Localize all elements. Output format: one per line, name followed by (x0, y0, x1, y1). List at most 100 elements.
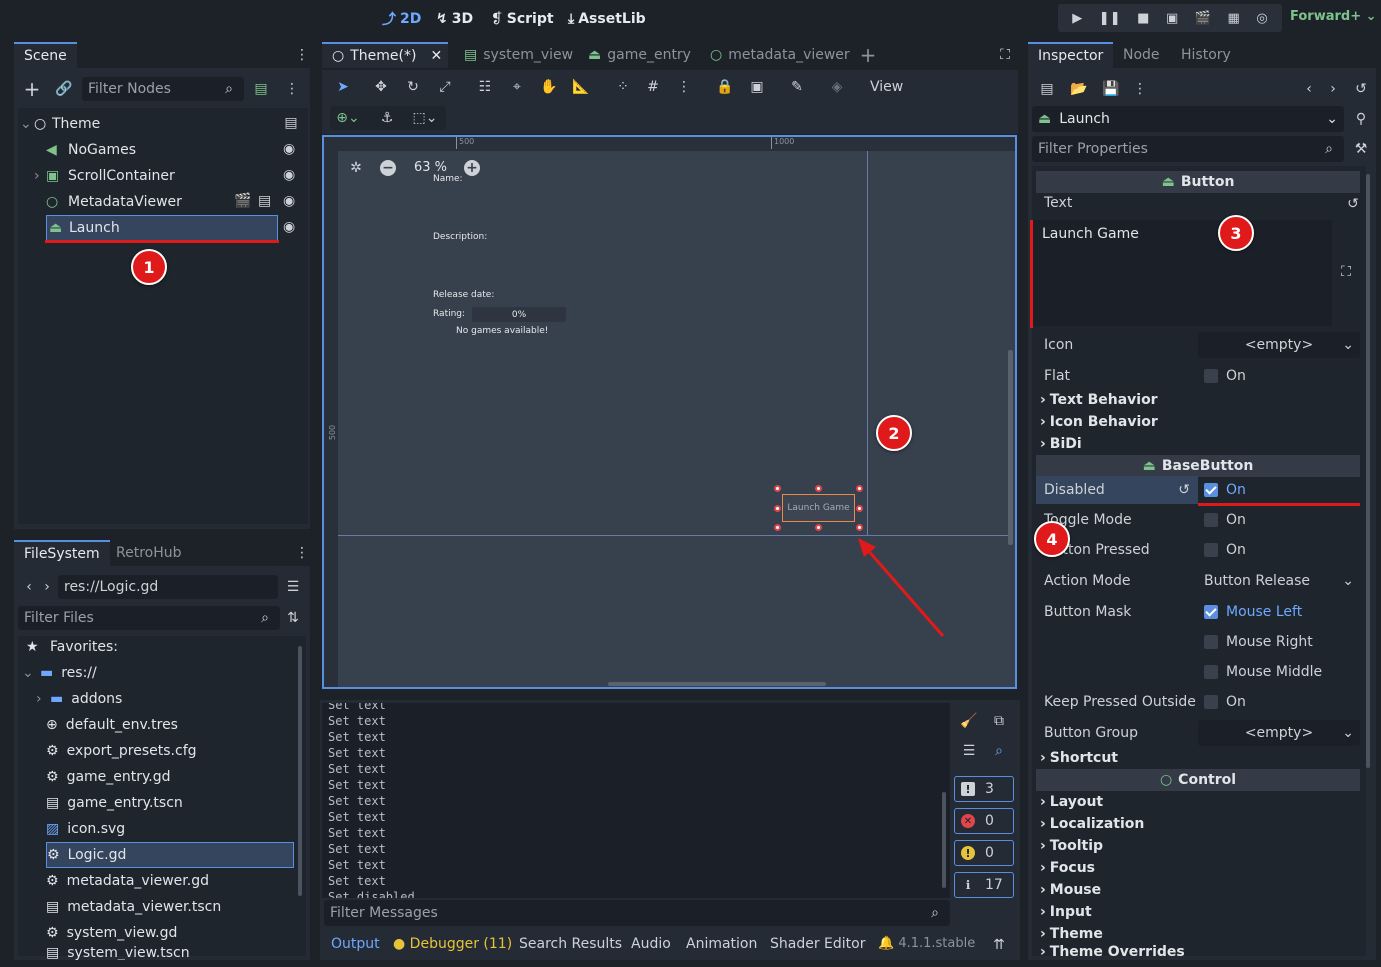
smart-snap-icon[interactable]: ⁘ (614, 78, 632, 96)
tree-node-launch[interactable]: ⏏ Launch (46, 215, 278, 241)
renderer-select[interactable]: Forward+ ⌄ (1290, 9, 1377, 24)
warning-count-toggle[interactable]: ! 0 (954, 840, 1014, 866)
property-tools-icon[interactable]: ⚒ (1352, 140, 1370, 158)
save-icon[interactable]: 💾 (1102, 80, 1120, 98)
play-scene-icon[interactable]: 🎬 (1195, 11, 1211, 26)
resize-handle[interactable] (774, 505, 781, 512)
tab-retrohub[interactable]: RetroHub (106, 540, 192, 566)
stop-icon[interactable]: ■ (1137, 11, 1149, 26)
keep-pressed-checkbox[interactable] (1204, 695, 1218, 709)
group-shortcut[interactable]: › Shortcut (1040, 747, 1118, 769)
visibility-eye-icon[interactable]: ◉ (283, 219, 295, 235)
ruler-tool-icon[interactable]: 📐 (572, 78, 590, 96)
revert-icon[interactable]: ↺ (1346, 196, 1360, 212)
folder-addons[interactable]: › ▬ addons (36, 686, 122, 712)
mode-3d-button[interactable]: ↯ 3D (436, 8, 473, 30)
filter-properties-input[interactable]: Filter Properties (1032, 136, 1344, 162)
group-theme[interactable]: › Theme (1040, 923, 1103, 945)
remote-debug-icon[interactable]: ▣ (1166, 11, 1178, 26)
tab-node[interactable]: Node (1113, 42, 1170, 68)
tab-scene-label[interactable]: Scene (14, 42, 77, 68)
tab-metadata-viewer[interactable]: ○ metadata_viewer (700, 42, 860, 68)
group-theme-overrides[interactable]: › Theme Overrides (1040, 945, 1185, 959)
back-icon[interactable]: ‹ (22, 578, 36, 596)
mode-script-button[interactable]: ❡ Script (491, 8, 554, 30)
flat-checkbox[interactable] (1204, 369, 1218, 383)
file-item[interactable]: ⚙ export_presets.cfg (46, 738, 197, 764)
resize-handle[interactable] (774, 524, 781, 531)
tab-search-results[interactable]: Search Results (519, 936, 622, 956)
tab-theme[interactable]: ○ Theme(*) ✕ (322, 42, 448, 68)
clapper-icon[interactable]: 🎬 (234, 193, 251, 209)
tab-history[interactable]: History (1171, 42, 1241, 68)
container-sizing-icon[interactable]: ⬚⌄ (410, 109, 440, 127)
sort-icon[interactable]: ⇅ (284, 609, 302, 627)
filter-files-input[interactable]: Filter Files (18, 606, 280, 630)
resize-handle[interactable] (815, 485, 822, 492)
tab-debugger[interactable]: ● Debugger (11) (393, 936, 512, 956)
group-text-behavior[interactable]: › Text Behavior (1040, 389, 1158, 411)
tab-output[interactable]: Output (331, 936, 380, 956)
file-item[interactable]: ⚙ system_view.gd (46, 920, 177, 946)
group-layout[interactable]: › Layout (1040, 791, 1103, 813)
group-icon[interactable]: ▣ (748, 78, 766, 96)
button-pressed-checkbox[interactable] (1204, 543, 1218, 557)
file-item[interactable]: ▤ system_view.tscn (46, 946, 190, 960)
group-bidi[interactable]: › BiDi (1040, 433, 1082, 455)
tab-filesystem[interactable]: FileSystem (14, 540, 110, 566)
play-custom-icon[interactable]: ▦ (1228, 11, 1240, 26)
path-input[interactable]: res://Logic.gd (58, 575, 278, 599)
info-count-toggle[interactable]: ℹ 17 (954, 872, 1014, 898)
group-localization[interactable]: › Localization (1040, 813, 1144, 835)
node-doc-icon[interactable]: ⚲ (1352, 110, 1370, 128)
open-folder-icon[interactable]: 📂 (1070, 80, 1088, 98)
list-view-icon[interactable]: ☰ (284, 578, 302, 596)
mode-assetlib-button[interactable]: ⤓ AssetLib (568, 8, 646, 30)
viewport-v-scrollbar[interactable] (1008, 350, 1013, 545)
mode-2d-button[interactable]: ⤴ 2D (382, 8, 421, 30)
tab-inspector[interactable]: Inspector (1028, 42, 1114, 68)
resize-handle[interactable] (774, 485, 781, 492)
revert-icon[interactable]: ↺ (1178, 482, 1190, 498)
new-tab-icon[interactable]: + (858, 43, 878, 67)
message-count-toggle[interactable]: ! 3 (954, 776, 1014, 802)
add-node-icon[interactable]: + (22, 77, 42, 101)
viewport-h-scrollbar[interactable] (608, 682, 826, 686)
pause-icon[interactable]: ❚❚ (1099, 11, 1121, 26)
file-item[interactable]: ▤ game_entry.tscn (46, 790, 183, 816)
button-group-picker[interactable]: <empty> ⌄ (1198, 720, 1360, 746)
disabled-checkbox[interactable] (1204, 483, 1218, 497)
visibility-eye-icon[interactable]: ◉ (283, 141, 295, 157)
inspector-scrollbar[interactable] (1366, 174, 1370, 768)
kebab-icon[interactable]: ⋮ (677, 78, 691, 96)
group-input[interactable]: › Input (1040, 901, 1092, 923)
canvas-launch-button[interactable]: Launch Game (782, 494, 855, 522)
group-focus[interactable]: › Focus (1040, 857, 1095, 879)
lock-icon[interactable]: 🔒 (716, 78, 734, 96)
pivot-tool-icon[interactable]: ⌖ (508, 78, 526, 96)
mask-left-checkbox[interactable] (1204, 605, 1218, 619)
zoom-out-icon[interactable]: − (380, 160, 396, 176)
file-item[interactable]: ⊕ default_env.tres (46, 712, 178, 738)
forward-icon[interactable]: › (40, 578, 54, 596)
camera-override-icon[interactable]: ◈ (828, 78, 846, 96)
menu-kebab-icon[interactable]: ⋮ (295, 46, 309, 64)
visibility-eye-icon[interactable]: ◉ (283, 193, 295, 209)
bone-icon[interactable]: ✎ (788, 78, 806, 96)
object-history-icon[interactable]: ↺ (1352, 80, 1370, 98)
file-item[interactable]: ▤ metadata_viewer.tscn (46, 894, 221, 920)
tree-node-metadataviewer[interactable]: ○ MetadataViewer (46, 189, 246, 215)
tab-shader-editor[interactable]: Shader Editor (770, 936, 865, 956)
anchor-icon[interactable]: ⚓ (378, 109, 396, 127)
toggle-mode-checkbox[interactable] (1204, 513, 1218, 527)
history-forward-icon[interactable]: › (1326, 80, 1340, 98)
zoom-level[interactable]: 63 % (414, 160, 447, 175)
kebab-icon[interactable]: ⋮ (285, 80, 299, 98)
favorites-item[interactable]: ★ Favorites: (26, 634, 118, 660)
node-selector[interactable]: ⏏ Launch ⌄ (1032, 106, 1344, 132)
fullscreen-icon[interactable]: ⛶ (996, 46, 1014, 64)
script-icon[interactable]: ▤ (258, 193, 271, 209)
history-back-icon[interactable]: ‹ (1302, 80, 1316, 98)
icon-resource-picker[interactable]: <empty> ⌄ (1198, 332, 1360, 358)
resize-handle[interactable] (856, 485, 863, 492)
